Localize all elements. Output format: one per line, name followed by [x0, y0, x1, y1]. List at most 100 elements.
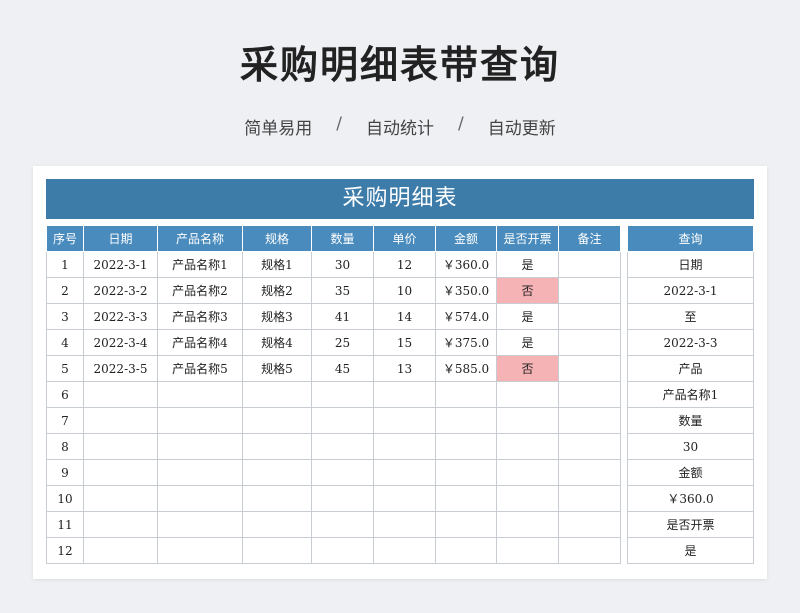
- table-cell[interactable]: 30: [311, 251, 374, 278]
- table-cell[interactable]: [435, 537, 497, 564]
- table-cell[interactable]: [558, 407, 621, 434]
- table-cell[interactable]: [242, 485, 312, 512]
- table-cell[interactable]: 15: [373, 329, 436, 356]
- table-cell[interactable]: ￥350.0: [435, 277, 497, 304]
- table-cell[interactable]: [311, 537, 374, 564]
- table-cell[interactable]: 产品名称4: [157, 329, 243, 356]
- table-cell[interactable]: 产品名称3: [157, 303, 243, 330]
- table-cell[interactable]: 4: [46, 329, 84, 356]
- table-cell[interactable]: [558, 277, 621, 304]
- table-cell[interactable]: 13: [373, 355, 436, 382]
- query-cell[interactable]: 是否开票: [627, 511, 754, 538]
- table-cell[interactable]: [558, 251, 621, 278]
- column-header[interactable]: 单价: [373, 225, 436, 252]
- column-header[interactable]: 序号: [46, 225, 84, 252]
- table-cell[interactable]: [435, 433, 497, 460]
- table-cell[interactable]: 35: [311, 277, 374, 304]
- column-header[interactable]: 数量: [311, 225, 374, 252]
- table-cell[interactable]: 7: [46, 407, 84, 434]
- column-header[interactable]: 日期: [83, 225, 158, 252]
- table-cell[interactable]: [558, 433, 621, 460]
- table-cell[interactable]: 否: [496, 277, 559, 304]
- table-cell[interactable]: [435, 459, 497, 486]
- table-cell[interactable]: [496, 433, 559, 460]
- table-cell[interactable]: [496, 407, 559, 434]
- table-cell[interactable]: 是: [496, 251, 559, 278]
- table-cell[interactable]: 产品名称5: [157, 355, 243, 382]
- table-cell[interactable]: 9: [46, 459, 84, 486]
- table-cell[interactable]: 3: [46, 303, 84, 330]
- table-cell[interactable]: 2022-3-2: [83, 277, 158, 304]
- query-cell[interactable]: 30: [627, 433, 754, 460]
- column-header[interactable]: 金额: [435, 225, 497, 252]
- table-cell[interactable]: 2: [46, 277, 84, 304]
- table-cell[interactable]: [558, 355, 621, 382]
- table-cell[interactable]: 45: [311, 355, 374, 382]
- table-cell[interactable]: 是: [496, 303, 559, 330]
- table-cell[interactable]: [83, 459, 158, 486]
- table-cell[interactable]: [558, 303, 621, 330]
- table-cell[interactable]: 规格4: [242, 329, 312, 356]
- table-cell[interactable]: [83, 511, 158, 538]
- table-cell[interactable]: [558, 459, 621, 486]
- query-cell[interactable]: 至: [627, 303, 754, 330]
- table-cell[interactable]: [157, 485, 243, 512]
- table-cell[interactable]: [558, 511, 621, 538]
- table-cell[interactable]: [311, 407, 374, 434]
- table-cell[interactable]: [157, 381, 243, 408]
- table-cell[interactable]: [496, 511, 559, 538]
- table-cell[interactable]: 规格1: [242, 251, 312, 278]
- table-cell[interactable]: [83, 537, 158, 564]
- table-cell[interactable]: ￥585.0: [435, 355, 497, 382]
- table-cell[interactable]: [435, 511, 497, 538]
- table-cell[interactable]: 12: [46, 537, 84, 564]
- table-cell[interactable]: [242, 407, 312, 434]
- table-cell[interactable]: ￥375.0: [435, 329, 497, 356]
- query-cell[interactable]: 是: [627, 537, 754, 564]
- table-cell[interactable]: [558, 381, 621, 408]
- table-cell[interactable]: [496, 485, 559, 512]
- table-cell[interactable]: [157, 433, 243, 460]
- table-cell[interactable]: [83, 433, 158, 460]
- table-cell[interactable]: [496, 459, 559, 486]
- table-cell[interactable]: 是: [496, 329, 559, 356]
- table-cell[interactable]: [373, 407, 436, 434]
- table-cell[interactable]: 规格3: [242, 303, 312, 330]
- table-cell[interactable]: [242, 433, 312, 460]
- table-cell[interactable]: 否: [496, 355, 559, 382]
- table-cell[interactable]: 规格2: [242, 277, 312, 304]
- table-cell[interactable]: 2022-3-1: [83, 251, 158, 278]
- column-header[interactable]: 规格: [242, 225, 312, 252]
- query-cell[interactable]: 数量: [627, 407, 754, 434]
- query-cell[interactable]: 日期: [627, 251, 754, 278]
- table-cell[interactable]: 5: [46, 355, 84, 382]
- table-cell[interactable]: [157, 407, 243, 434]
- table-cell[interactable]: [373, 381, 436, 408]
- table-cell[interactable]: [242, 381, 312, 408]
- table-cell[interactable]: [373, 537, 436, 564]
- table-cell[interactable]: 41: [311, 303, 374, 330]
- query-cell[interactable]: 产品: [627, 355, 754, 382]
- table-cell[interactable]: 10: [46, 485, 84, 512]
- table-cell[interactable]: ￥360.0: [435, 251, 497, 278]
- table-cell[interactable]: 10: [373, 277, 436, 304]
- table-cell[interactable]: ￥574.0: [435, 303, 497, 330]
- table-cell[interactable]: [373, 485, 436, 512]
- table-cell[interactable]: [558, 485, 621, 512]
- table-cell[interactable]: [496, 537, 559, 564]
- table-cell[interactable]: [157, 459, 243, 486]
- table-cell[interactable]: [83, 485, 158, 512]
- query-cell[interactable]: ￥360.0: [627, 485, 754, 512]
- column-header[interactable]: 备注: [558, 225, 621, 252]
- table-cell[interactable]: [373, 433, 436, 460]
- table-cell[interactable]: [558, 329, 621, 356]
- table-cell[interactable]: [83, 407, 158, 434]
- table-cell[interactable]: [311, 433, 374, 460]
- table-cell[interactable]: [435, 407, 497, 434]
- table-cell[interactable]: [558, 537, 621, 564]
- table-cell[interactable]: 2022-3-3: [83, 303, 158, 330]
- table-cell[interactable]: [373, 511, 436, 538]
- table-cell[interactable]: [311, 459, 374, 486]
- table-cell[interactable]: 11: [46, 511, 84, 538]
- column-header[interactable]: 是否开票: [496, 225, 559, 252]
